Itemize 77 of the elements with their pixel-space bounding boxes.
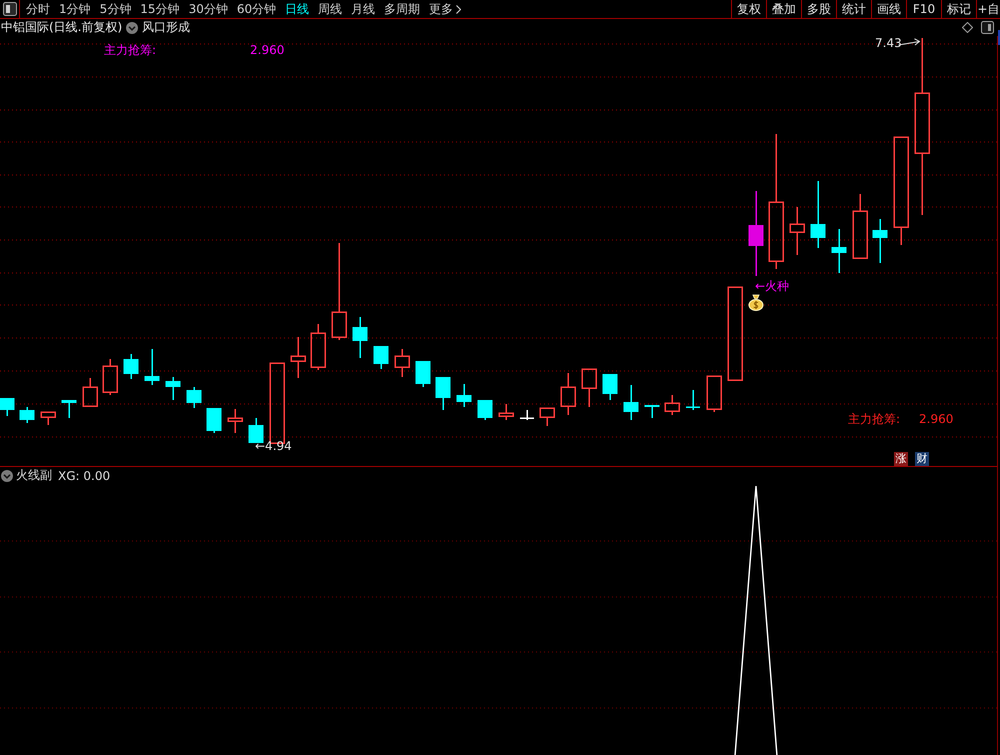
candle xyxy=(206,408,222,433)
candle xyxy=(62,400,76,418)
toolbar-button[interactable]: 复权 xyxy=(731,0,766,18)
panel-icon[interactable] xyxy=(981,21,994,34)
indicator-value: 2.960 xyxy=(919,413,954,426)
candle xyxy=(124,354,138,379)
more-button[interactable]: 更多 xyxy=(424,0,466,18)
candle xyxy=(144,349,160,385)
high-price-label: 7.43 xyxy=(875,37,902,50)
candle xyxy=(310,324,326,370)
info-badge[interactable]: 涨 xyxy=(894,452,908,466)
toolbar-button[interactable]: 统计 xyxy=(836,0,871,18)
candle xyxy=(102,359,118,395)
candle xyxy=(227,409,243,433)
candle xyxy=(248,418,264,443)
candle xyxy=(810,181,826,248)
panel-icon[interactable] xyxy=(2,2,16,16)
candle xyxy=(539,407,555,426)
candle xyxy=(789,207,805,255)
candle xyxy=(686,390,700,410)
indicator-label: 主力抢筹: xyxy=(848,413,900,426)
candle xyxy=(478,400,492,420)
period-tab[interactable]: 30分钟 xyxy=(184,0,232,18)
candle xyxy=(416,361,430,387)
period-tab[interactable]: 15分钟 xyxy=(135,0,184,18)
indicator-label: 主力抢筹: xyxy=(104,44,156,57)
chart-title: 中铝国际(日线.前复权) xyxy=(1,19,122,36)
candle xyxy=(394,349,410,377)
candle xyxy=(706,375,722,412)
candle xyxy=(20,407,34,423)
candle xyxy=(852,194,868,259)
period-tab[interactable]: 多周期 xyxy=(379,0,424,18)
indicator-value: 2.960 xyxy=(250,44,284,57)
candle xyxy=(832,229,846,273)
indicator-reading: XG: 0.00 xyxy=(58,468,110,482)
period-tab[interactable]: 分时 xyxy=(21,0,54,18)
period-tab[interactable]: 日线 xyxy=(280,0,314,18)
candle xyxy=(0,398,14,416)
chevron-right-icon xyxy=(456,4,462,14)
candle xyxy=(374,346,388,369)
candle xyxy=(664,395,680,415)
candle xyxy=(498,404,514,420)
candle xyxy=(82,378,98,407)
formula-name: 风口形成 xyxy=(142,19,190,36)
candle xyxy=(436,377,450,410)
toolbar-button[interactable]: +自 xyxy=(976,0,1000,18)
candle xyxy=(520,410,534,420)
candle xyxy=(872,219,888,263)
candle xyxy=(352,317,368,358)
low-price-label: ←4.94 xyxy=(255,440,292,453)
candle xyxy=(624,385,638,420)
period-tab[interactable]: 60分钟 xyxy=(232,0,280,18)
toolbar-button[interactable]: 叠加 xyxy=(766,0,801,18)
money-bag-icon xyxy=(748,294,764,311)
candle xyxy=(602,374,618,400)
toolbar-button[interactable]: F10 xyxy=(906,0,941,18)
candle xyxy=(456,384,472,407)
candle xyxy=(186,387,202,408)
signal-label: ←火种 xyxy=(755,280,790,293)
period-tab[interactable]: 月线 xyxy=(346,0,380,18)
indicator-title: 火线副 xyxy=(16,467,52,484)
candle xyxy=(581,368,597,407)
candle xyxy=(290,337,306,378)
candle xyxy=(560,373,576,415)
diamond-icon[interactable] xyxy=(962,22,973,33)
candle xyxy=(644,405,660,418)
chevron-down-icon[interactable] xyxy=(1,470,13,482)
candle xyxy=(166,377,180,400)
period-tab[interactable]: 5分钟 xyxy=(94,0,136,18)
chevron-down-icon[interactable] xyxy=(126,22,138,34)
period-tab[interactable]: 1分钟 xyxy=(54,0,95,18)
candle xyxy=(40,411,56,425)
period-tab[interactable]: 周线 xyxy=(313,0,346,18)
toolbar-button[interactable]: 标记 xyxy=(941,0,976,18)
toolbar-button[interactable]: 画线 xyxy=(871,0,906,18)
toolbar-button[interactable]: 多股 xyxy=(801,0,836,18)
info-badge[interactable]: 财 xyxy=(915,452,929,466)
